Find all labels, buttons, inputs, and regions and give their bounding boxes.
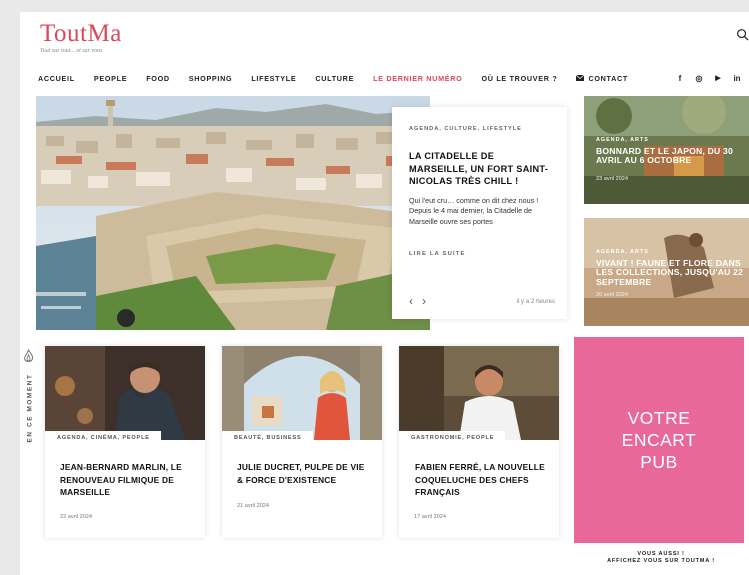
ad-promo-line: AFFICHEZ VOUS SUR TOUTMA ! bbox=[607, 558, 715, 564]
site-logo[interactable]: ToutMa Tout sur tout... et sur vous bbox=[40, 20, 122, 54]
nav-item-people[interactable]: PEOPLE bbox=[94, 74, 127, 83]
ad-line: PUB bbox=[640, 452, 678, 472]
hero-image[interactable] bbox=[36, 96, 430, 330]
hero-kicker[interactable]: AGENDA, CULTURE, LIFESTYLE bbox=[409, 126, 550, 132]
hero-time: il y a 2 heures bbox=[516, 297, 555, 305]
mail-icon bbox=[576, 75, 585, 81]
card-kicker[interactable]: GASTRONOMIE, PEOPLE bbox=[399, 431, 506, 444]
ad-banner[interactable]: VOTRE ENCART PUB bbox=[574, 337, 744, 543]
card-kicker[interactable]: BEAUTÉ, BUSINESS bbox=[222, 431, 313, 444]
nav-item-culture[interactable]: CULTURE bbox=[315, 74, 354, 83]
facebook-icon[interactable]: f bbox=[676, 74, 684, 83]
nav-item-dernier-numero[interactable]: LE DERNIER NUMÉRO bbox=[373, 74, 462, 83]
side-date: 23 avril 2024 bbox=[596, 175, 629, 182]
ad-promo-line: VOUS AUSSI ! bbox=[637, 551, 685, 557]
article-image bbox=[399, 346, 559, 440]
main-nav: ACCUEIL PEOPLE FOOD SHOPPING LIFESTYLE C… bbox=[38, 72, 647, 84]
linkedin-icon[interactable]: in bbox=[733, 74, 741, 83]
card-title[interactable]: JEAN-BERNARD MARLIN, LE RENOUVEAU FILMIQ… bbox=[60, 461, 195, 499]
nav-item-ou-le-trouver[interactable]: OÙ LE TROUVER ? bbox=[481, 74, 557, 83]
article-image bbox=[45, 346, 205, 440]
side-title[interactable]: BONNARD ET LE JAPON, DU 30 AVRIL AU 6 OC… bbox=[596, 146, 745, 166]
social-links: f ◎ ▶ in bbox=[676, 72, 749, 84]
hero-article-card[interactable]: AGENDA, CULTURE, LIFESTYLE LA CITADELLE … bbox=[392, 107, 567, 319]
card-kicker[interactable]: AGENDA, CINÉMA, PEOPLE bbox=[45, 431, 161, 444]
side-kicker[interactable]: AGENDA, ARTS bbox=[596, 249, 745, 255]
hero-excerpt: Qui l'eut cru… comme on dit chez nous ! … bbox=[409, 195, 539, 226]
ad-text: VOTRE ENCART PUB bbox=[622, 407, 697, 473]
nav-item-contact[interactable]: CONTACT bbox=[576, 74, 628, 83]
side-date: 20 avril 2024 bbox=[596, 292, 629, 299]
side-article-bonnard[interactable]: AGENDA, ARTS BONNARD ET LE JAPON, DU 30 … bbox=[584, 96, 749, 204]
side-article-vivant[interactable]: AGENDA, ARTS VIVANT ! FAUNE ET FLORE DAN… bbox=[584, 218, 749, 326]
card-title[interactable]: FABIEN FERRÉ, LA NOUVELLE COQUELUCHE DES… bbox=[415, 461, 549, 499]
article-card-marlin[interactable]: AGENDA, CINÉMA, PEOPLE JEAN-BERNARD MARL… bbox=[45, 346, 205, 538]
youtube-icon[interactable]: ▶ bbox=[714, 74, 722, 82]
nav-item-accueil[interactable]: ACCUEIL bbox=[38, 74, 75, 83]
ad-line: VOTRE bbox=[627, 408, 691, 428]
instagram-icon[interactable]: ◎ bbox=[695, 74, 703, 83]
en-ce-moment-label: EN CE MOMENT bbox=[26, 373, 34, 443]
card-date: 17 avril 2024 bbox=[414, 514, 447, 520]
ad-line: ENCART bbox=[621, 430, 697, 450]
hero-title[interactable]: LA CITADELLE DE MARSEILLE, UN FORT SAINT… bbox=[409, 150, 550, 188]
hero-slider-controls: ‹ › il y a 2 heures bbox=[409, 295, 555, 307]
side-kicker[interactable]: AGENDA, ARTS bbox=[596, 137, 745, 143]
side-title[interactable]: VIVANT ! FAUNE ET FLORE DANS LES COLLECT… bbox=[596, 258, 745, 287]
ad-promo-text[interactable]: VOUS AUSSI ! AFFICHEZ VOUS SUR TOUTMA ! bbox=[576, 551, 746, 565]
article-card-ducret[interactable]: BEAUTÉ, BUSINESS JULIE DUCRET, PULPE DE … bbox=[222, 346, 382, 538]
flame-icon bbox=[24, 349, 33, 362]
search-icon[interactable] bbox=[736, 28, 749, 41]
card-date: 22 avril 2024 bbox=[60, 514, 93, 520]
nav-item-shopping[interactable]: SHOPPING bbox=[189, 74, 233, 83]
article-image bbox=[222, 346, 382, 440]
page: ToutMa Tout sur tout... et sur vous ACCU… bbox=[20, 12, 749, 575]
contact-label: CONTACT bbox=[588, 73, 628, 83]
logo-tagline: Tout sur tout... et sur vous bbox=[40, 48, 103, 54]
nav-item-lifestyle[interactable]: LIFESTYLE bbox=[251, 74, 296, 83]
article-card-ferre[interactable]: GASTRONOMIE, PEOPLE FABIEN FERRÉ, LA NOU… bbox=[399, 346, 559, 538]
card-date: 21 avril 2024 bbox=[237, 503, 270, 509]
logo-text: ToutMa bbox=[40, 20, 122, 47]
chevron-left-icon[interactable]: ‹ bbox=[409, 295, 413, 307]
chevron-right-icon[interactable]: › bbox=[422, 295, 426, 307]
read-more-link[interactable]: LIRE LA SUITE bbox=[409, 251, 550, 257]
nav-item-food[interactable]: FOOD bbox=[146, 74, 170, 83]
card-title[interactable]: JULIE DUCRET, PULPE DE VIE & FORCE D'EXI… bbox=[237, 461, 372, 486]
